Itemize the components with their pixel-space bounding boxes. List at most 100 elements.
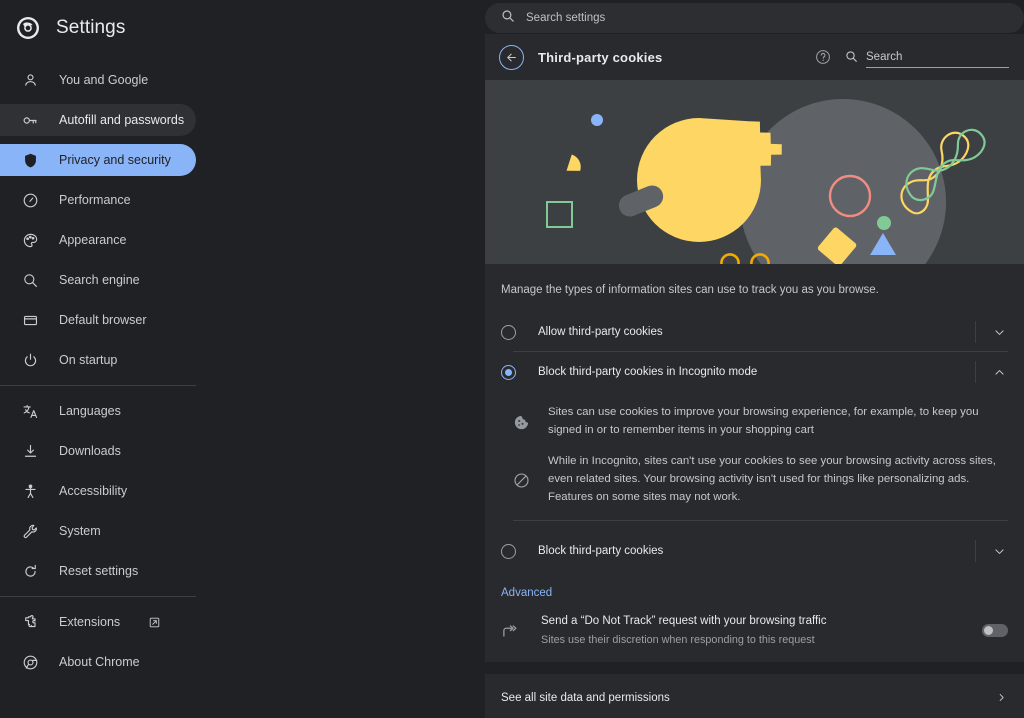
accessibility-icon xyxy=(22,483,39,500)
page-search-input[interactable]: Search xyxy=(866,47,1009,68)
divider xyxy=(975,540,976,563)
radio-label-allow: Allow third-party cookies xyxy=(538,326,663,339)
cookie-icon xyxy=(513,414,530,431)
divider xyxy=(975,361,976,384)
sidebar-item-downloads[interactable]: Downloads xyxy=(0,435,196,467)
help-circle-icon[interactable] xyxy=(814,48,832,66)
sidebar-item-label: Privacy and security xyxy=(59,153,171,167)
sidebar-item-label: About Chrome xyxy=(59,655,140,669)
sidebar-item-label: System xyxy=(59,524,101,538)
puzzle-icon xyxy=(22,614,39,631)
external-link-icon xyxy=(148,616,161,629)
restore-icon xyxy=(22,563,39,580)
chrome-outline-icon xyxy=(22,654,39,671)
intro-text: Manage the types of information sites ca… xyxy=(501,284,879,296)
power-icon xyxy=(22,352,39,369)
row-actions-block-incognito xyxy=(975,361,1008,384)
sidebar-item-label: Accessibility xyxy=(59,484,128,498)
sidebar-item-extensions[interactable]: Extensions xyxy=(0,606,196,638)
sidebar-item-search-engine[interactable]: Search engine xyxy=(0,264,196,296)
search-icon xyxy=(845,50,858,68)
chevron-down-icon[interactable] xyxy=(990,542,1008,560)
block-icon xyxy=(513,472,530,489)
search-settings-input[interactable]: Search settings xyxy=(485,3,1024,33)
main-pane: Search settings Third-party cookies Sear… xyxy=(485,0,1024,718)
sidebar-item-label: Downloads xyxy=(59,444,121,458)
radio-allow-third-party-cookies[interactable] xyxy=(501,324,516,340)
expanded-details-block-incognito: Sites can use cookies to improve your br… xyxy=(485,392,1024,531)
radio-row-block-third-party-cookies[interactable]: Block third-party cookies xyxy=(485,531,1008,571)
settings-window: Settings You and Google Autofill and pass… xyxy=(0,0,1024,718)
row-actions-block xyxy=(975,540,1008,563)
sidebar-item-performance[interactable]: Performance xyxy=(0,184,196,216)
sidebar-item-reset-settings[interactable]: Reset settings xyxy=(0,555,196,587)
sidebar-item-label: Reset settings xyxy=(59,564,139,578)
search-settings-placeholder: Search settings xyxy=(526,12,606,24)
wrench-icon xyxy=(22,523,39,540)
sidebar-item-on-startup[interactable]: On startup xyxy=(0,344,196,376)
chevron-up-icon[interactable] xyxy=(990,363,1008,381)
row-actions-allow xyxy=(975,321,1008,344)
top-search-bar: Search settings xyxy=(485,0,1024,34)
radio-block-third-party-cookies-incognito[interactable] xyxy=(501,364,516,380)
toggle-knob xyxy=(984,626,993,636)
do-not-track-subtitle: Sites use their discretion when respondi… xyxy=(541,633,815,646)
sidebar-item-label: Extensions xyxy=(59,615,121,629)
sidebar-item-label: Performance xyxy=(59,193,131,207)
sidebar-item-you-and-google[interactable]: You and Google xyxy=(0,64,196,96)
section-gap xyxy=(485,661,1024,674)
back-button[interactable] xyxy=(499,44,524,70)
settings-title: Settings xyxy=(56,17,126,38)
do-not-track-texts: Send a “Do Not Track” request with your … xyxy=(541,613,827,647)
arrow-left-icon xyxy=(507,53,516,61)
radio-row-allow-third-party-cookies[interactable]: Allow third-party cookies xyxy=(485,312,1008,353)
sidebar-item-appearance[interactable]: Appearance xyxy=(0,224,196,256)
sidebar-item-label: Languages xyxy=(59,404,121,418)
sidebar-item-about-chrome[interactable]: About Chrome xyxy=(0,646,196,678)
sidebar-divider xyxy=(0,596,196,597)
sidebar-item-label: Autofill and passwords xyxy=(59,113,185,127)
speedometer-icon xyxy=(22,192,39,209)
brand-header: Settings xyxy=(0,0,485,56)
divider xyxy=(513,520,1008,522)
sidebar-divider xyxy=(0,385,196,386)
shield-icon xyxy=(22,152,39,169)
sidebar-nav: You and Google Autofill and passwords Priv… xyxy=(0,56,485,678)
radio-row-block-incognito[interactable]: Block third-party cookies in Incognito m… xyxy=(485,352,1008,392)
detail-text-cookies: Sites can use cookies to improve your br… xyxy=(548,406,979,436)
sidebar-item-system[interactable]: System xyxy=(0,515,196,547)
sidebar-item-label: Appearance xyxy=(59,233,127,247)
translate-icon xyxy=(22,403,39,420)
detail-text-incognito: While in Incognito, sites can't use your… xyxy=(548,455,996,503)
site-data-card: See all site data and permissions xyxy=(485,673,1024,718)
sidebar-item-default-browser[interactable]: Default browser xyxy=(0,304,196,336)
do-not-track-icon xyxy=(501,622,519,640)
sidebar-item-accessibility[interactable]: Accessibility xyxy=(0,475,196,507)
radio-label-block: Block third-party cookies xyxy=(538,545,664,558)
sidebar-item-privacy-and-security[interactable]: Privacy and security xyxy=(0,144,196,176)
download-icon xyxy=(22,443,39,460)
do-not-track-row[interactable]: Send a “Do Not Track” request with your … xyxy=(485,605,1024,661)
search-icon xyxy=(501,9,515,28)
radio-block-third-party-cookies[interactable] xyxy=(501,543,516,559)
sidebar-item-languages[interactable]: Languages xyxy=(0,395,196,427)
see-all-site-data-row[interactable]: See all site data and permissions xyxy=(485,674,1024,718)
person-icon xyxy=(22,72,39,89)
search-icon xyxy=(22,272,39,289)
window-icon xyxy=(22,312,39,329)
page-search-field[interactable]: Search xyxy=(845,47,1009,68)
sidebar-item-autofill-and-passwords[interactable]: Autofill and passwords xyxy=(0,104,196,136)
detail-item-incognito: While in Incognito, sites can't use your… xyxy=(513,447,1008,514)
chevron-down-icon[interactable] xyxy=(990,323,1008,341)
subheader-actions: Search xyxy=(814,47,1009,68)
sidebar: Settings You and Google Autofill and pass… xyxy=(0,0,485,718)
cookie-illustration xyxy=(485,80,1024,264)
palette-icon xyxy=(22,232,39,249)
chevron-right-icon[interactable] xyxy=(994,691,1008,705)
sidebar-item-label: You and Google xyxy=(59,73,149,87)
do-not-track-toggle[interactable] xyxy=(982,624,1008,638)
key-icon xyxy=(22,112,39,129)
advanced-section-label: Advanced xyxy=(501,587,553,600)
do-not-track-title: Send a “Do Not Track” request with your … xyxy=(541,615,827,628)
sidebar-item-label: On startup xyxy=(59,353,118,367)
